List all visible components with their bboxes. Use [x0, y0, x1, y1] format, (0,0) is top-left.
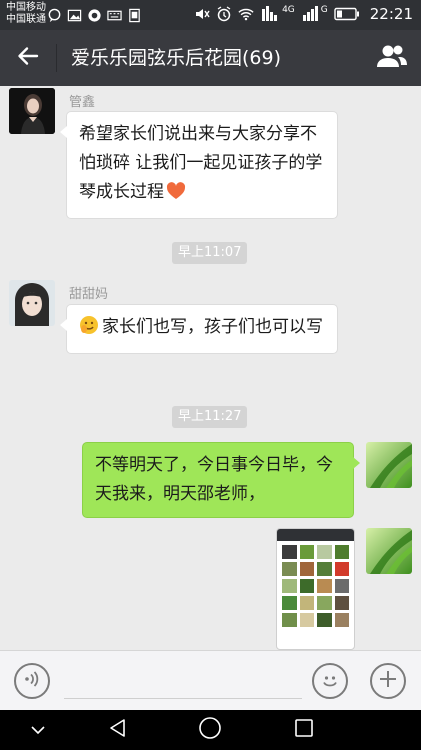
signal-2-icon [301, 6, 321, 22]
message-bubble[interactable]: 家长们也写，孩子们也可以写 [60, 304, 338, 354]
avatar[interactable] [9, 280, 55, 326]
arrow-left-icon [17, 45, 39, 71]
chevron-down-icon [30, 721, 46, 740]
plus-icon [378, 669, 398, 693]
emoji-icon [320, 671, 340, 695]
carrier-2: 中国联通 [6, 14, 46, 25]
nav-home-button[interactable] [196, 716, 224, 744]
nav-recents-button[interactable] [290, 716, 318, 744]
message-bubble[interactable]: 希望家长们说出来与大家分享不怕琐碎 让我们一起见证孩子的学琴成长过程 [60, 111, 338, 219]
message-text: 家长们也写，孩子们也可以写 [102, 317, 323, 337]
message-input[interactable] [64, 663, 302, 699]
network-1-label: 4G [282, 5, 295, 15]
voice-button[interactable] [14, 663, 50, 699]
group-members-icon [376, 44, 408, 72]
system-icons: 4G G 22:21 [194, 5, 413, 23]
hide-keyboard-button[interactable] [24, 716, 52, 744]
title-divider [56, 44, 57, 72]
heart-icon [166, 181, 186, 210]
status-bar: 中国移动 中国联通 4G G 22:21 [0, 0, 421, 30]
outgoing-message-bubble[interactable]: 不等明天了，今日事今日毕，今天我来，明天邵老师， [82, 442, 360, 518]
sender-name: 甜甜妈 [69, 287, 109, 302]
navigation-bar [0, 710, 421, 750]
image-header [277, 529, 354, 541]
keyboard-icon [106, 7, 122, 23]
wifi-icon [238, 6, 254, 22]
timestamp: 早上11:27 [172, 406, 248, 428]
image-thumbnail-grid [277, 541, 354, 631]
shield-icon [86, 7, 102, 23]
message-text: 不等明天了，今日事今日毕，今天我来，明天邵老师， [95, 455, 333, 504]
my-avatar[interactable] [366, 442, 412, 488]
alarm-icon [216, 6, 232, 22]
tablet-icon [126, 7, 142, 23]
timestamp: 早上11:07 [172, 242, 248, 264]
battery-icon [334, 6, 360, 22]
back-button[interactable] [10, 40, 46, 76]
clock: 22:21 [369, 5, 413, 23]
image-message[interactable] [276, 528, 355, 650]
nav-back-button[interactable] [104, 716, 132, 744]
notification-icons [46, 7, 142, 23]
avatar[interactable] [9, 88, 55, 134]
mute-icon [194, 6, 210, 22]
more-button[interactable] [370, 663, 406, 699]
signal-1-icon [260, 6, 282, 22]
chat-title: 爱乐乐园弦乐后花园(69) [71, 47, 282, 69]
group-members-button[interactable] [375, 42, 409, 74]
sender-name: 管鑫 [69, 95, 96, 110]
message-list[interactable]: 管鑫 希望家长们说出来与大家分享不怕琐碎 让我们一起见证孩子的学琴成长过程 早上… [0, 86, 421, 650]
image-icon [66, 7, 82, 23]
circle-home-icon [198, 716, 222, 744]
square-recents-icon [293, 717, 315, 743]
carrier-labels: 中国移动 中国联通 [6, 2, 46, 26]
message-text: 希望家长们说出来与大家分享不怕琐碎 让我们一起见证孩子的学琴成长过程 [79, 124, 323, 202]
carrier-1: 中国移动 [6, 2, 46, 13]
my-avatar[interactable] [366, 528, 412, 574]
chat-header: 爱乐乐园弦乐后花园(69) [0, 30, 421, 86]
network-2-label: G [320, 5, 328, 15]
emoji-button[interactable] [312, 663, 348, 699]
smiling-face-icon [79, 315, 99, 345]
input-bar [0, 650, 421, 710]
message-icon [46, 7, 62, 23]
triangle-back-icon [107, 717, 129, 743]
voice-icon [23, 670, 41, 692]
